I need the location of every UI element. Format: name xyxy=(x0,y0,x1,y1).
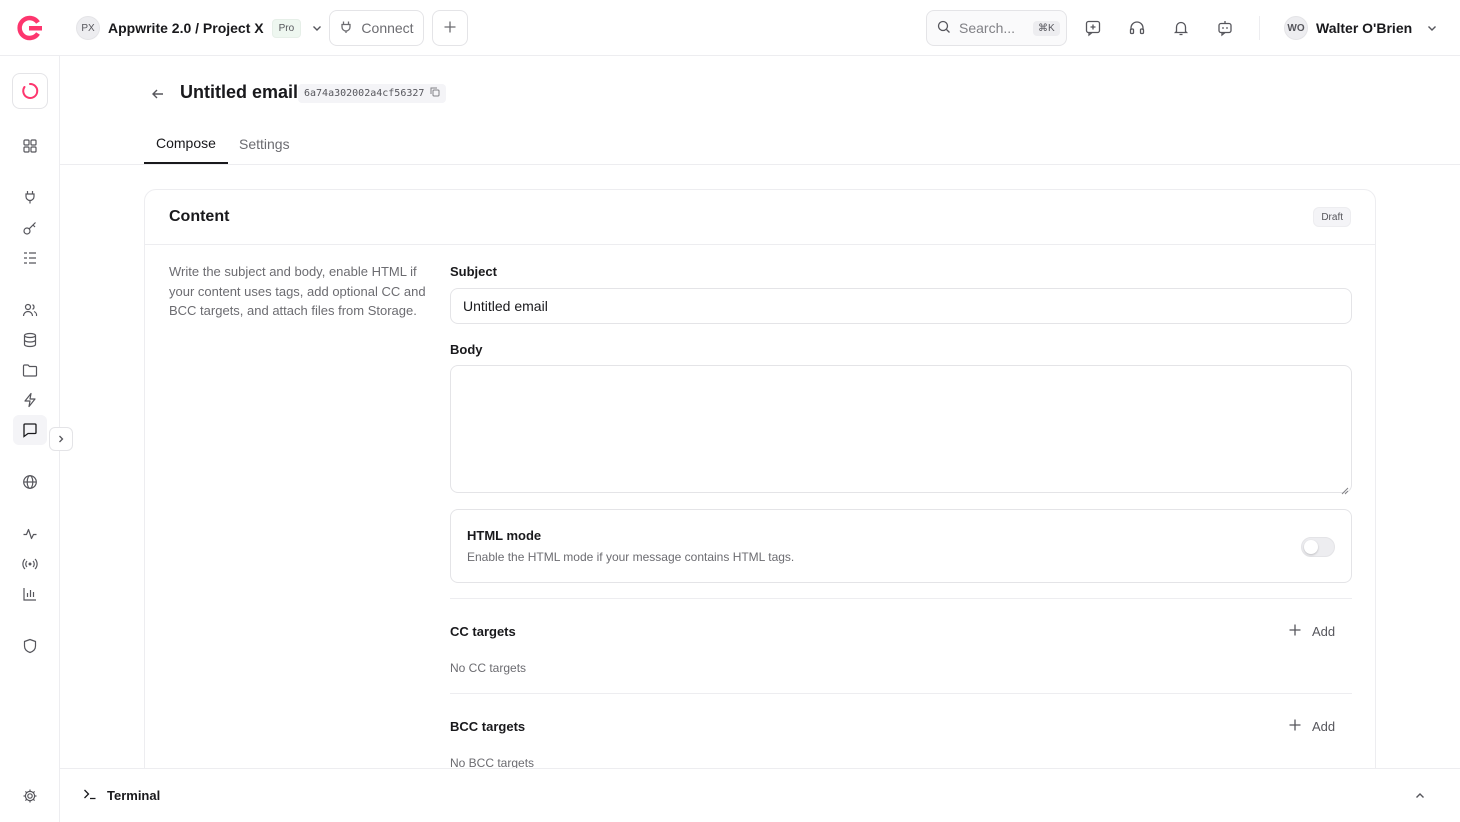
body-textarea[interactable] xyxy=(450,365,1352,495)
card-header: Content Draft xyxy=(145,190,1375,245)
terminal-icon xyxy=(83,787,97,804)
cc-targets-title: CC targets xyxy=(450,624,516,639)
plus-icon xyxy=(1288,718,1302,735)
page-title: Untitled email xyxy=(180,82,299,102)
html-mode-title: HTML mode xyxy=(467,528,542,543)
content-card: Content Draft Write the subject and body… xyxy=(144,189,1376,822)
plan-badge: Pro xyxy=(271,18,302,38)
user-avatar: WO xyxy=(1284,16,1308,40)
add-cc-button[interactable]: Add xyxy=(1288,623,1335,640)
functions-icon[interactable] xyxy=(20,390,40,410)
search-icon xyxy=(937,20,951,37)
globe-icon[interactable] xyxy=(20,472,40,492)
divider xyxy=(450,598,1352,599)
divider xyxy=(450,693,1352,694)
project-name: Appwrite 2.0 / Project X xyxy=(108,20,264,36)
body-label: Body xyxy=(450,342,483,357)
html-mode-description: Enable the HTML mode if your message con… xyxy=(467,550,795,564)
card-description: Write the subject and body, enable HTML … xyxy=(169,264,426,318)
folder-icon[interactable] xyxy=(20,360,40,380)
plus-icon xyxy=(443,20,457,37)
usage-chart-icon[interactable] xyxy=(20,584,40,604)
message-id: 6a74a302002a4cf56327 xyxy=(304,88,425,99)
chevron-down-icon xyxy=(309,20,325,36)
search-input[interactable]: Search... ⌘K xyxy=(926,10,1067,46)
expand-sidebar-button[interactable] xyxy=(49,427,73,451)
assistant-icon[interactable] xyxy=(1215,18,1235,38)
shield-icon[interactable] xyxy=(20,636,40,656)
user-name: Walter O'Brien xyxy=(1316,20,1413,36)
terminal-toggle[interactable]: Terminal xyxy=(83,787,160,804)
activity-icon[interactable] xyxy=(20,524,40,544)
html-mode-box: HTML mode Enable the HTML mode if your m… xyxy=(450,509,1352,583)
add-bcc-button[interactable]: Add xyxy=(1288,718,1335,735)
gear-icon[interactable] xyxy=(20,786,40,806)
subject-label: Subject xyxy=(450,264,497,279)
terminal-label: Terminal xyxy=(107,788,161,803)
plug-icon xyxy=(339,20,353,37)
chevron-up-icon[interactable] xyxy=(1412,788,1428,804)
list-icon[interactable] xyxy=(20,248,40,268)
tab-compose[interactable]: Compose xyxy=(144,124,228,164)
back-arrow-icon[interactable] xyxy=(148,84,168,104)
database-icon[interactable] xyxy=(20,330,40,350)
project-status-icon[interactable] xyxy=(12,73,48,109)
terminal-bar[interactable]: Terminal xyxy=(60,768,1460,822)
cc-empty-text: No CC targets xyxy=(450,661,527,675)
messaging-icon[interactable] xyxy=(20,420,40,440)
project-selector[interactable]: PX Appwrite 2.0 / Project X Pro xyxy=(76,16,325,40)
headset-icon[interactable] xyxy=(1127,18,1147,38)
resize-handle-icon[interactable] xyxy=(1341,482,1349,495)
chevron-right-icon xyxy=(56,431,66,447)
message-id-badge[interactable]: 6a74a302002a4cf56327 xyxy=(298,84,447,103)
plug-icon[interactable] xyxy=(20,187,40,207)
subject-input[interactable]: Untitled email xyxy=(450,288,1352,324)
create-button[interactable] xyxy=(432,10,468,46)
connect-label: Connect xyxy=(361,20,414,36)
add-bcc-label: Add xyxy=(1312,719,1336,734)
card-title: Content xyxy=(169,208,230,225)
overview-icon[interactable] xyxy=(20,136,40,156)
users-icon[interactable] xyxy=(20,300,40,320)
realtime-icon[interactable] xyxy=(20,554,40,574)
chevron-down-icon xyxy=(1424,20,1440,36)
add-cc-label: Add xyxy=(1312,624,1336,639)
tab-settings[interactable]: Settings xyxy=(239,124,290,164)
status-badge: Draft xyxy=(1313,207,1351,227)
top-bar: PX Appwrite 2.0 / Project X Pro Connect … xyxy=(0,0,1460,56)
connect-button[interactable]: Connect xyxy=(329,10,424,46)
user-menu[interactable]: WO Walter O'Brien xyxy=(1284,16,1440,40)
feedback-icon[interactable] xyxy=(1083,18,1103,38)
bcc-targets-title: BCC targets xyxy=(450,719,526,734)
bell-icon[interactable] xyxy=(1171,18,1191,38)
plus-icon xyxy=(1288,623,1302,640)
appwrite-logo-icon[interactable] xyxy=(16,14,44,42)
copy-icon[interactable] xyxy=(430,87,440,100)
tab-bar: Compose Settings xyxy=(60,124,1460,165)
divider xyxy=(1259,16,1260,40)
search-shortcut: ⌘K xyxy=(1033,20,1060,36)
key-icon[interactable] xyxy=(20,218,40,238)
search-placeholder: Search... xyxy=(959,20,1016,36)
project-avatar: PX xyxy=(76,16,100,40)
html-mode-toggle[interactable] xyxy=(1301,537,1335,557)
sidebar xyxy=(0,56,73,822)
